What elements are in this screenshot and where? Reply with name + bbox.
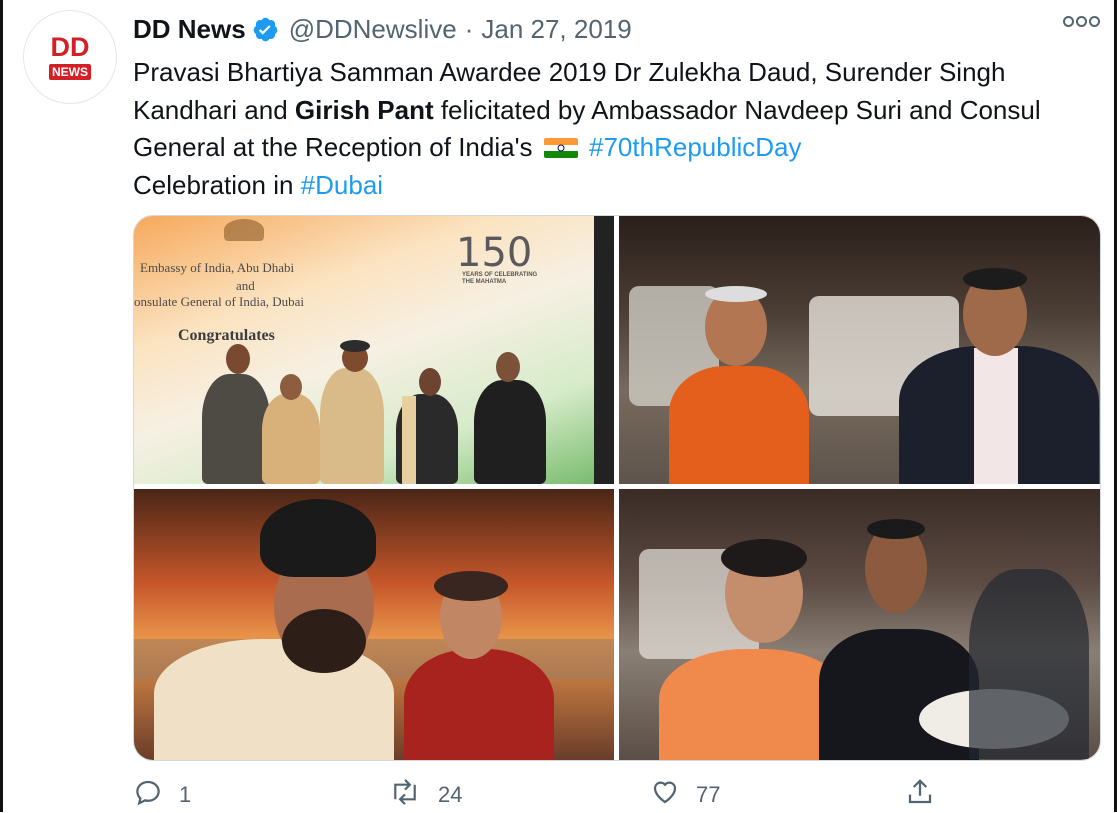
banner-line-1: Embassy of India, Abu Dhabi [140, 260, 295, 275]
media-grid: Embassy of India, Abu Dhabi and onsulate… [133, 215, 1101, 761]
reply-icon [133, 777, 163, 813]
more-options-icon[interactable] [1063, 16, 1100, 27]
like-count: 77 [696, 782, 721, 807]
hashtag-link[interactable]: #Dubai [301, 170, 383, 200]
banner-line-4: Congratulates [178, 327, 275, 344]
emblem-icon [224, 219, 264, 241]
heart-icon [650, 777, 680, 813]
share-icon [905, 777, 935, 813]
tweet-header: DD News @DDNewslive · Jan 27, 2019 [133, 12, 632, 46]
reply-count: 1 [179, 782, 192, 807]
tweet-date[interactable]: Jan 27, 2019 [481, 14, 631, 45]
tweet-actions: 1 24 77 [133, 778, 933, 812]
tweet-card: DD NEWS DD News @DDNewslive · Jan 27, 20… [3, 0, 1114, 812]
media-photo-3[interactable] [134, 489, 614, 760]
gandhi-150-logo: 150 YEARS OF CELEBRATING THE MAHATMA [434, 230, 544, 290]
tweet-text: Pravasi Bhartiya Samman Awardee 2019 Dr … [133, 54, 1103, 204]
retweet-icon [388, 777, 422, 813]
banner-line-2: and [236, 278, 255, 293]
handle[interactable]: @DDNewslive [289, 14, 457, 45]
header-separator: · [464, 13, 474, 44]
retweet-count: 24 [438, 782, 463, 807]
tweet-text-bold-name: Girish Pant [294, 94, 434, 125]
avatar-logo-text: DD [50, 32, 90, 62]
display-name[interactable]: DD News [133, 14, 246, 45]
media-photo-4[interactable] [619, 489, 1100, 760]
avatar[interactable]: DD NEWS [23, 10, 117, 104]
india-flag-icon [543, 138, 578, 158]
logo-number: 150 [456, 230, 533, 276]
media-photo-1[interactable]: Embassy of India, Abu Dhabi and onsulate… [134, 216, 614, 484]
hashtag-link[interactable]: #70thRepublicDay [589, 132, 801, 162]
share-button[interactable] [905, 777, 935, 813]
reply-button[interactable]: 1 [133, 777, 191, 813]
media-photo-2[interactable] [619, 216, 1100, 484]
avatar-logo-subtext: NEWS [49, 64, 91, 80]
tweet-text-part3: Celebration in [133, 169, 301, 200]
retweet-button[interactable]: 24 [388, 777, 462, 813]
logo-subtext: YEARS OF CELEBRATING THE MAHATMA [462, 272, 538, 285]
verified-badge-icon [252, 16, 279, 43]
like-button[interactable]: 77 [650, 777, 720, 813]
banner-line-3: onsulate General of India, Dubai [134, 294, 305, 309]
